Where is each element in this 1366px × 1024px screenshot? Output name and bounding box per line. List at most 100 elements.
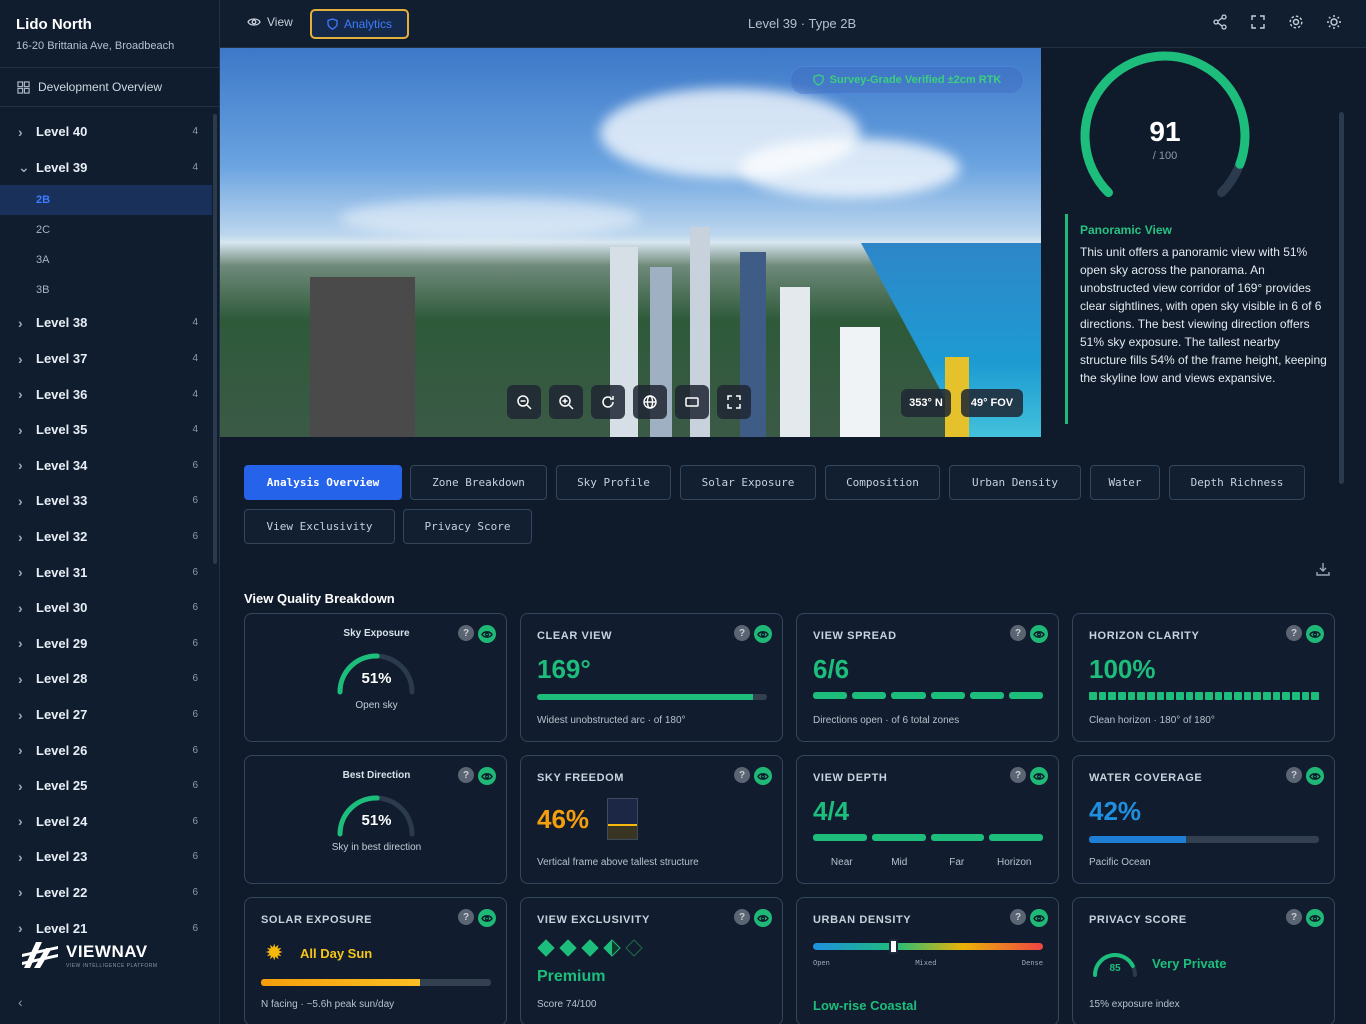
card-sky-exposure[interactable]: Sky Exposure ? 51% Open sky <box>244 613 507 742</box>
tab-zone-breakdown[interactable]: Zone Breakdown <box>410 465 547 500</box>
spread-segment <box>813 692 848 699</box>
help-icon[interactable]: ? <box>458 625 474 641</box>
panel-scrollbar[interactable] <box>1339 112 1344 484</box>
fullscreen-icon[interactable] <box>1250 14 1266 30</box>
spread-segment <box>969 692 1004 699</box>
card-horizon-clarity[interactable]: HORIZON CLARITY ? 100% Clean horizon · 1… <box>1072 613 1335 742</box>
panorama-photo[interactable]: Survey-Grade Verified ±2cm RTK 353° N 49… <box>220 48 1041 437</box>
gear-icon[interactable] <box>1288 14 1304 30</box>
tab-privacy-score[interactable]: Privacy Score <box>403 509 532 544</box>
help-icon[interactable]: ? <box>734 909 750 925</box>
sidebar-level-item[interactable]: › Level 35 4 <box>0 412 212 448</box>
sidebar-level-item[interactable]: › Level 22 6 <box>0 875 212 911</box>
sidebar-unit-item[interactable]: 2B <box>0 185 212 216</box>
card-solar-exposure[interactable]: SOLAR EXPOSURE ? ✹ All Day Sun N facing … <box>244 897 507 1024</box>
sidebar-level-item[interactable]: › Level 23 6 <box>0 839 212 875</box>
visibility-eye-icon[interactable] <box>1306 625 1324 643</box>
help-icon[interactable]: ? <box>1286 625 1302 641</box>
tab-sky-profile[interactable]: Sky Profile <box>556 465 671 500</box>
help-icon[interactable]: ? <box>1286 909 1302 925</box>
help-icon[interactable]: ? <box>458 909 474 925</box>
sidebar-level-item[interactable]: › Level 27 6 <box>0 697 212 733</box>
depth-segment <box>871 834 926 841</box>
horizon-tick <box>1253 692 1262 700</box>
help-icon[interactable]: ? <box>734 625 750 641</box>
sidebar-level-item[interactable]: › Level 36 4 <box>0 376 212 412</box>
visibility-eye-icon[interactable] <box>1030 625 1048 643</box>
card-clear-view[interactable]: CLEAR VIEW ? 169° Widest unobstructed ar… <box>520 613 783 742</box>
visibility-eye-icon[interactable] <box>478 625 496 643</box>
card-view-spread[interactable]: VIEW SPREAD ? 6/6 Directions open · of 6… <box>796 613 1059 742</box>
sidebar-level-item[interactable]: › Level 34 6 <box>0 448 212 484</box>
collapse-sidebar-icon[interactable]: ‹ <box>18 994 23 1010</box>
sidebar-level-item[interactable]: › Level 37 4 <box>0 341 212 377</box>
help-icon[interactable]: ? <box>1010 625 1026 641</box>
help-icon[interactable]: ? <box>458 767 474 783</box>
visibility-eye-icon[interactable] <box>1306 909 1324 927</box>
sidebar-level-item[interactable]: › Level 30 6 <box>0 590 212 626</box>
card-view-depth[interactable]: VIEW DEPTH ? 4/4 Near Mid Far Horizon <box>796 755 1059 884</box>
horizon-tick <box>1243 692 1252 700</box>
help-icon[interactable]: ? <box>1010 909 1026 925</box>
tower-foreground <box>310 277 415 437</box>
zoom-out-icon[interactable] <box>507 385 541 419</box>
visibility-eye-icon[interactable] <box>754 909 772 927</box>
tab-analysis-overview[interactable]: Analysis Overview <box>244 465 402 500</box>
card-view-exclusivity[interactable]: VIEW EXCLUSIVITY ? Premium Score 74/100 <box>520 897 783 1024</box>
sidebar-level-item[interactable]: › Level 24 6 <box>0 804 212 840</box>
sidebar-level-item[interactable]: › Level 32 6 <box>0 519 212 555</box>
visibility-eye-icon[interactable] <box>478 767 496 785</box>
frame-icon[interactable] <box>675 385 709 419</box>
help-icon[interactable]: ? <box>1286 767 1302 783</box>
diamond-icon <box>603 939 621 957</box>
horizon-tick <box>1089 692 1097 700</box>
visibility-eye-icon[interactable] <box>1030 909 1048 927</box>
visibility-eye-icon[interactable] <box>754 625 772 643</box>
sun-icon[interactable] <box>1326 14 1342 30</box>
sidebar-level-item[interactable]: › Level 29 6 <box>0 626 212 662</box>
card-privacy-score[interactable]: PRIVACY SCORE ? 85 Very Private 15% expo… <box>1072 897 1335 1024</box>
sidebar-level-item[interactable]: › Level 33 6 <box>0 483 212 519</box>
download-icon[interactable] <box>1316 562 1330 579</box>
section-title: View Quality Breakdown <box>244 591 395 606</box>
expand-icon[interactable] <box>717 385 751 419</box>
card-best-direction[interactable]: Best Direction ? 51% Sky in best directi… <box>244 755 507 884</box>
chevron-right-icon: › <box>18 813 23 830</box>
sidebar-level-item[interactable]: › Level 26 6 <box>0 732 212 768</box>
sidebar-unit-item[interactable]: 3B <box>0 275 212 305</box>
globe-icon[interactable] <box>633 385 667 419</box>
tab-solar-exposure[interactable]: Solar Exposure <box>680 465 816 500</box>
rotate-icon[interactable] <box>591 385 625 419</box>
cloud <box>340 198 640 238</box>
tab-urban-density[interactable]: Urban Density <box>949 465 1081 500</box>
tab-depth-richness[interactable]: Depth Richness <box>1169 465 1305 500</box>
visibility-eye-icon[interactable] <box>1306 767 1324 785</box>
view-button[interactable]: View <box>247 15 293 29</box>
sidebar-unit-item[interactable]: 3A <box>0 245 212 275</box>
sidebar-level-item[interactable]: › Level 28 6 <box>0 661 212 697</box>
share-icon[interactable] <box>1212 14 1228 30</box>
level-label: Level 30 <box>36 600 88 616</box>
sidebar-level-item[interactable]: › Level 25 6 <box>0 768 212 804</box>
analytics-button[interactable]: Analytics <box>310 9 409 39</box>
card-sky-freedom[interactable]: SKY FREEDOM ? 46% Vertical frame above t… <box>520 755 783 884</box>
sidebar-level-item[interactable]: › Level 31 6 <box>0 554 212 590</box>
card-water-coverage[interactable]: WATER COVERAGE ? 42% Pacific Ocean <box>1072 755 1335 884</box>
visibility-eye-icon[interactable] <box>478 909 496 927</box>
zoom-in-icon[interactable] <box>549 385 583 419</box>
card-urban-density[interactable]: URBAN DENSITY ? Open Mixed Dense Low-rise … <box>796 897 1059 1024</box>
help-icon[interactable]: ? <box>1010 767 1026 783</box>
sidebar-unit-item[interactable]: 2C <box>0 215 212 245</box>
tab-view-exclusivity[interactable]: View Exclusivity <box>244 509 395 544</box>
development-overview-link[interactable]: Development Overview <box>0 68 219 107</box>
visibility-eye-icon[interactable] <box>1030 767 1048 785</box>
tab-composition[interactable]: Composition <box>825 465 940 500</box>
visibility-eye-icon[interactable] <box>754 767 772 785</box>
card-value: All Day Sun <box>300 946 373 961</box>
sidebar-level-item[interactable]: › Level 38 4 <box>0 305 212 341</box>
sidebar-scrollbar[interactable] <box>213 114 217 564</box>
sidebar-level-item[interactable]: › Level 40 4 <box>0 114 212 150</box>
help-icon[interactable]: ? <box>734 767 750 783</box>
tab-water[interactable]: Water <box>1090 465 1160 500</box>
sidebar-level-item[interactable]: ⌄ Level 39 4 <box>0 150 212 186</box>
